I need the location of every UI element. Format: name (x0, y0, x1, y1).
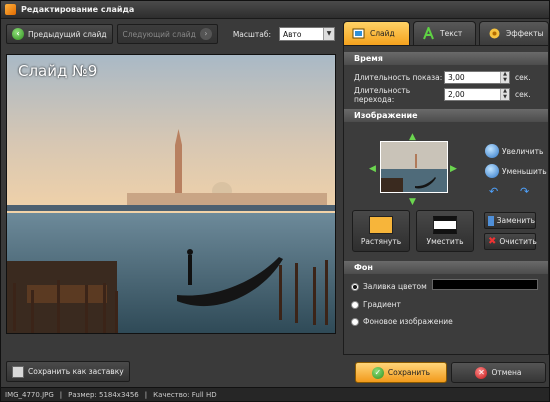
replace-icon (488, 215, 494, 226)
transition-duration-value: 2,00 (448, 90, 465, 99)
fill-color-label: Заливка цветом (363, 282, 427, 291)
clear-button[interactable]: ✖ Очистить (484, 233, 537, 250)
status-separator: | (59, 390, 63, 399)
close-icon: ✕ (475, 366, 488, 379)
gradient-label: Градиент (363, 300, 401, 309)
prev-slide-button[interactable]: ‹ Предыдущий слайд (6, 24, 113, 44)
stretch-button[interactable]: Растянуть (352, 210, 410, 252)
zoom-in-button[interactable]: Увеличить (485, 144, 543, 158)
arrow-left-icon: ‹ (12, 28, 24, 40)
tab-bar: Слайд Текст Эффекты (343, 21, 549, 45)
move-right-icon[interactable]: ▶ (450, 165, 457, 174)
tab-text-label: Текст (440, 29, 463, 38)
rotate-left-icon[interactable]: ↶ (489, 185, 498, 198)
move-up-icon[interactable]: ▲ (409, 133, 416, 142)
venice-photo (7, 55, 335, 333)
slide-settings-panel: Время Длительность показа: 3,00 ▲ ▼ сек. … (343, 45, 549, 355)
bottom-left-bar: Сохранить как заставку (4, 360, 339, 384)
radio-gradient[interactable] (351, 300, 359, 309)
fill-color-option[interactable]: Заливка цветом (351, 282, 427, 291)
zoom-out-icon (485, 164, 499, 178)
radio-fill-color[interactable] (351, 282, 359, 291)
cover-image-icon (12, 365, 24, 378)
fit-label: Уместить (426, 237, 464, 246)
next-slide-button[interactable]: Следующий слайд › (116, 24, 218, 44)
slide-icon (352, 28, 365, 39)
move-down-icon[interactable]: ▼ (409, 198, 416, 207)
background-header: Фон (344, 261, 548, 274)
display-duration-value: 3,00 (448, 73, 465, 82)
scale-value: Авто (283, 29, 302, 39)
clear-label: Очистить (499, 237, 537, 246)
save-as-cover-button[interactable]: Сохранить как заставку (6, 361, 130, 382)
effects-icon (489, 28, 500, 39)
stretch-icon (369, 216, 393, 234)
display-duration-input[interactable]: 3,00 ▲ ▼ (444, 71, 510, 84)
tab-slide[interactable]: Слайд (343, 21, 410, 45)
checkmark-icon: ✓ (371, 366, 384, 379)
status-size: Размер: 5184x3456 (68, 390, 139, 399)
transition-duration-input[interactable]: 2,00 ▲ ▼ (444, 88, 510, 101)
status-separator: | (144, 390, 148, 399)
scale-select[interactable]: Авто ▼ (279, 27, 335, 41)
gradient-option[interactable]: Градиент (351, 300, 401, 309)
window-title: Редактирование слайда (21, 5, 135, 14)
fill-color-swatch[interactable] (432, 279, 538, 290)
spinner-icon[interactable]: ▲ ▼ (500, 88, 509, 100)
title-bar: Редактирование слайда (1, 1, 549, 19)
seconds-unit: сек. (515, 90, 531, 99)
image-thumbnail[interactable] (380, 141, 448, 193)
slide-preview[interactable]: Слайд №9 (6, 54, 336, 334)
clear-x-icon: ✖ (488, 236, 497, 247)
zoom-in-label: Увеличить (502, 146, 544, 156)
zoom-out-button[interactable]: Уменьшить (485, 164, 547, 178)
radio-bg-image[interactable] (351, 317, 359, 326)
rotate-right-icon[interactable]: ↷ (520, 185, 529, 198)
cancel-label: Отмена (491, 368, 522, 377)
cancel-button[interactable]: ✕ Отмена (451, 362, 546, 383)
status-quality: Качество: Full HD (153, 390, 217, 399)
move-left-icon[interactable]: ◀ (369, 165, 376, 174)
time-header: Время (344, 52, 548, 65)
next-slide-label: Следующий слайд (122, 29, 196, 39)
edit-slide-window: Редактирование слайда ‹ Предыдущий слайд… (0, 0, 550, 402)
fit-icon (433, 216, 457, 234)
tab-effects-label: Эффекты (506, 29, 544, 38)
thumbnail-photo (381, 142, 447, 192)
slide-number-label: Слайд №9 (18, 62, 98, 80)
status-filename: IMG_4770.JPG (5, 390, 54, 399)
display-duration-label: Длительность показа: (354, 73, 443, 82)
transition-duration-label: Длительность перехода: (354, 85, 411, 104)
status-bar: IMG_4770.JPG | Размер: 5184x3456 | Качес… (1, 387, 549, 401)
arrow-right-icon: › (199, 28, 212, 40)
text-a-icon (423, 27, 434, 40)
right-pane: Слайд Текст Эффекты Время Длительность п… (343, 21, 549, 383)
display-duration-row: Длительность показа: 3,00 ▲ ▼ сек. (344, 69, 548, 86)
chevron-down-icon: ▼ (323, 28, 334, 40)
bg-image-label: Фоновое изображение (363, 317, 453, 326)
save-label: Сохранить (387, 368, 431, 377)
save-button[interactable]: ✓ Сохранить (355, 362, 447, 383)
fit-button[interactable]: Уместить (416, 210, 474, 252)
image-header: Изображение (344, 109, 548, 122)
save-as-cover-label: Сохранить как заставку (28, 367, 124, 376)
tab-effects[interactable]: Эффекты (479, 21, 549, 45)
spinner-icon[interactable]: ▲ ▼ (500, 71, 509, 83)
scale-label: Масштаб: (232, 29, 271, 39)
replace-label: Заменить (496, 216, 535, 225)
toolbar: ‹ Предыдущий слайд Следующий слайд › Мас… (4, 21, 339, 47)
tab-text[interactable]: Текст (413, 21, 476, 45)
transition-duration-row: Длительность перехода: 2,00 ▲ ▼ сек. (344, 85, 548, 104)
app-icon (5, 4, 16, 15)
replace-button[interactable]: Заменить (484, 212, 536, 229)
zoom-out-label: Уменьшить (502, 166, 547, 176)
bg-image-option[interactable]: Фоновое изображение (351, 317, 453, 326)
prev-slide-label: Предыдущий слайд (28, 29, 107, 39)
seconds-unit: сек. (515, 73, 531, 82)
tab-slide-label: Слайд (370, 29, 395, 38)
zoom-in-icon (485, 144, 499, 158)
stretch-label: Растянуть (360, 237, 402, 246)
